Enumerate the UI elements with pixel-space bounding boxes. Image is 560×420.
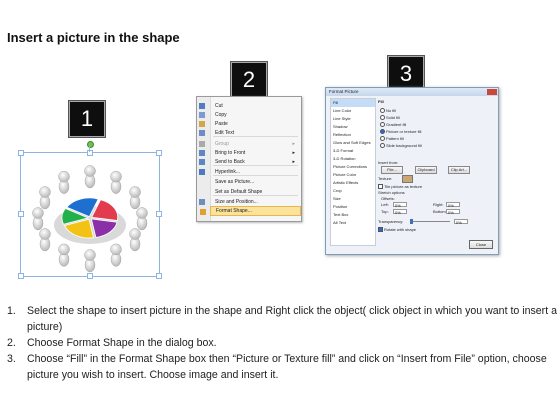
category-fill[interactable]: Fill: [331, 99, 375, 107]
transparency-slider[interactable]: [410, 221, 450, 222]
bring-front-icon: [199, 150, 205, 156]
menu-item-format-shape[interactable]: Format Shape...: [200, 206, 301, 216]
figure-icon: [84, 249, 96, 273]
fill-option-gradient-fill[interactable]: Gradient fill: [380, 122, 406, 128]
paste-icon: [199, 121, 205, 127]
offsets-label: Offsets:: [381, 196, 395, 201]
context-menu: Cut Copy Paste Edit Text Group ▸ Bring to Fron…: [196, 96, 302, 222]
close-button[interactable]: Close: [469, 240, 493, 249]
edit-text-icon: [199, 130, 205, 136]
category-alt-text[interactable]: Alt Text: [331, 219, 375, 227]
copy-icon: [199, 112, 205, 118]
submenu-arrow-icon: ▸: [292, 141, 295, 147]
clip-art-button[interactable]: Clip Art...: [448, 166, 470, 174]
category-shadow[interactable]: Shadow: [331, 123, 375, 131]
radio-icon: [380, 122, 385, 128]
category-size[interactable]: Size: [331, 195, 375, 203]
category-crop[interactable]: Crop: [331, 187, 375, 195]
fill-option-no-fill[interactable]: No fill: [380, 108, 396, 114]
category-line-color[interactable]: Line Color: [331, 107, 375, 115]
size-icon: [199, 199, 205, 205]
submenu-arrow-icon: ▸: [292, 150, 295, 156]
offset-right-label: Right:: [433, 202, 444, 207]
transparency-field[interactable]: 0%: [454, 219, 468, 225]
dialog-title: Format Picture: [326, 88, 498, 96]
figure-icon: [32, 207, 44, 231]
category-position[interactable]: Position: [331, 203, 375, 211]
fill-option-slide-background-fill[interactable]: Slide background fill: [380, 143, 422, 149]
category-picture-color[interactable]: Picture Color: [331, 171, 375, 179]
figure-icon: [39, 228, 51, 252]
figure-icon: [129, 186, 141, 210]
send-back-icon: [199, 159, 205, 165]
figure-icon: [58, 243, 70, 267]
fill-option-pattern-fill[interactable]: Pattern fill: [380, 136, 404, 142]
fill-pane: Fill No fill Solid fill Gradient fill Pictu…: [378, 98, 494, 244]
instruction-step-3: 3. Choose “Fill” in the Format Shape box …: [7, 353, 547, 381]
category-reflection[interactable]: Reflection: [331, 131, 375, 139]
texture-picker[interactable]: [402, 175, 413, 183]
fill-option-picture-or-texture-fill[interactable]: Picture or texture fill: [380, 129, 421, 135]
radio-icon: [380, 143, 385, 149]
offset-bottom-label: Bottom:: [433, 209, 447, 214]
figures-ring-illustration[interactable]: [21, 153, 159, 276]
transparency-slider-thumb[interactable]: [410, 219, 413, 224]
clipboard-button[interactable]: Clipboard: [415, 166, 437, 174]
step-badge-1: 1: [68, 100, 106, 138]
figure-icon: [84, 165, 96, 189]
format-picture-dialog: Format Picture Fill Line Color Line Style S…: [325, 87, 499, 255]
category-picture-corrections[interactable]: Picture Corrections: [331, 163, 375, 171]
menu-item-save-as-picture[interactable]: Save as Picture...: [210, 177, 301, 187]
radio-icon: [380, 108, 385, 114]
fill-heading: Fill: [378, 99, 384, 104]
tile-checkbox[interactable]: Tile picture as texture: [378, 184, 422, 190]
group-icon: [199, 141, 205, 147]
figure-icon: [39, 186, 51, 210]
offset-right-field[interactable]: 0%: [446, 202, 460, 208]
offset-top-label: Top:: [381, 209, 389, 214]
offset-left-label: Left:: [381, 202, 389, 207]
radio-icon: [380, 115, 385, 121]
figure-icon: [136, 207, 148, 231]
insert-file-button[interactable]: File...: [381, 166, 403, 174]
figure-icon: [129, 228, 141, 252]
rotate-checkbox[interactable]: Rotate with shape: [378, 227, 416, 233]
step-badge-2: 2: [230, 61, 268, 99]
scissors-icon: [199, 103, 205, 109]
hyperlink-icon: [199, 169, 205, 175]
category-list: Fill Line Color Line Style Shadow Reflection…: [330, 98, 376, 246]
instructions: 1. Select the shape to insert picture in …: [7, 303, 557, 383]
figure-icon: [58, 170, 70, 194]
category-3-d-rotation[interactable]: 3-D Rotation: [331, 155, 375, 163]
category-glow-and-soft-edges[interactable]: Glow and Soft Edges: [331, 139, 375, 147]
insert-from-label: Insert from:: [378, 160, 399, 165]
category-3-d-format[interactable]: 3-D Format: [331, 147, 375, 155]
selected-shape-frame[interactable]: [18, 150, 162, 279]
page-title: Insert a picture in the shape: [7, 30, 180, 45]
texture-label: Texture:: [378, 176, 393, 181]
fill-option-solid-fill[interactable]: Solid fill: [380, 115, 400, 121]
category-text-box[interactable]: Text Box: [331, 211, 375, 219]
dialog-close-icon[interactable]: [487, 89, 497, 95]
stretch-options-label: Stretch options: [378, 190, 405, 195]
figure-icon: [110, 170, 122, 194]
offset-left-field[interactable]: 0%: [393, 202, 407, 208]
offset-bottom-field[interactable]: 0%: [446, 209, 460, 215]
category-artistic-effects[interactable]: Artistic Effects: [331, 179, 375, 187]
figure-icon: [110, 243, 122, 267]
category-line-style[interactable]: Line Style: [331, 115, 375, 123]
transparency-label: Transparency:: [378, 219, 404, 224]
instruction-step-1: 1. Select the shape to insert picture in …: [7, 305, 557, 333]
format-shape-icon: [200, 209, 206, 215]
radio-icon: [380, 129, 385, 135]
instruction-step-2: 2. Choose Format Shape in the dialog box.: [7, 337, 217, 349]
radio-icon: [380, 136, 385, 142]
offset-top-field[interactable]: 0%: [393, 209, 407, 215]
